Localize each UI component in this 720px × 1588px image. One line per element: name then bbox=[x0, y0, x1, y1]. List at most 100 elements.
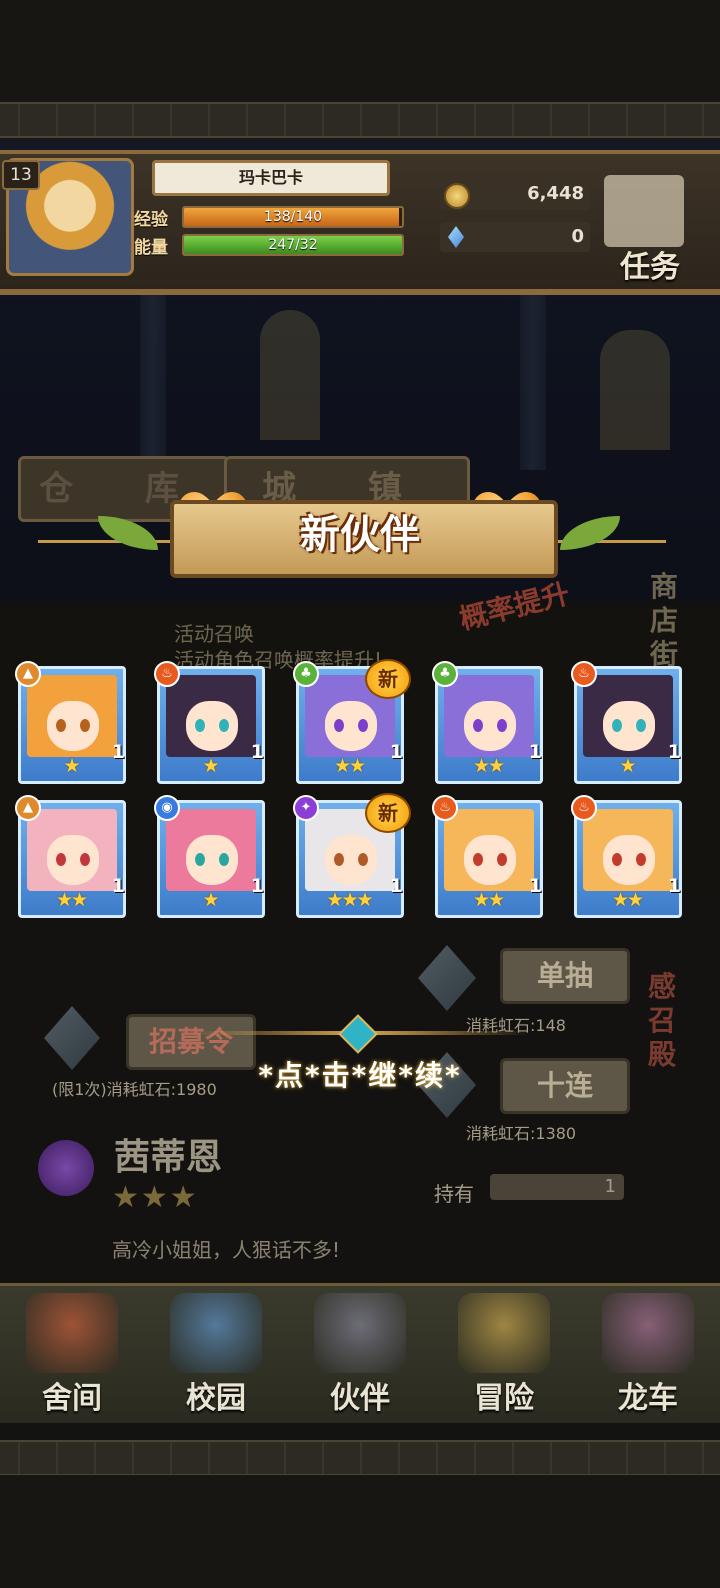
earth-element-icon: ▲ bbox=[15, 795, 41, 821]
partner-eye bbox=[219, 853, 229, 866]
water-element-icon: ◉ bbox=[154, 795, 180, 821]
partner-card[interactable]: ♨ ★ 1 bbox=[571, 661, 682, 784]
wood-element-icon: ♣ bbox=[432, 661, 458, 687]
partner-portrait bbox=[444, 809, 534, 891]
partner-stars: ★ bbox=[202, 755, 219, 777]
partner-count: 1 bbox=[528, 741, 542, 763]
bg-shop-street: 商店街 bbox=[650, 570, 679, 671]
partner-eye bbox=[358, 719, 368, 732]
partner-card[interactable]: ✦ ★★★ 1 新 bbox=[293, 793, 411, 918]
fire-element-icon: ♨ bbox=[154, 661, 180, 687]
partner-eye bbox=[497, 719, 507, 732]
partner-stars: ★★ bbox=[55, 889, 88, 911]
dark-element-icon: ✦ bbox=[293, 795, 319, 821]
task-button[interactable]: 任务 bbox=[620, 242, 680, 286]
fire-element-icon: ♨ bbox=[432, 795, 458, 821]
partner-face bbox=[47, 835, 99, 885]
scene-dim-overlay bbox=[0, 140, 720, 1440]
quest-scroll-icon[interactable] bbox=[604, 175, 684, 247]
partner-face bbox=[603, 835, 655, 885]
partner-face bbox=[325, 835, 377, 885]
partner-face bbox=[186, 835, 238, 885]
partner-eye bbox=[497, 853, 507, 866]
partner-stars: ★★ bbox=[611, 889, 644, 911]
partner-face bbox=[186, 701, 238, 751]
partner-count: 1 bbox=[667, 741, 681, 763]
partner-card[interactable]: ♣ ★★ 1 新 bbox=[293, 659, 411, 784]
featured-name: 茜蒂恩 bbox=[114, 1137, 223, 1178]
nav-label: 伙伴 bbox=[330, 1381, 390, 1416]
partner-count: 1 bbox=[667, 875, 681, 897]
partner-portrait bbox=[444, 675, 534, 757]
partner-eye bbox=[473, 853, 483, 866]
energy-value: 247/32 bbox=[268, 237, 318, 253]
partner-stars: ★★ bbox=[472, 889, 505, 911]
earth-element-icon: ▲ bbox=[15, 661, 41, 687]
nav-item-4[interactable]: 冒险 bbox=[432, 1283, 576, 1420]
nav-label: 龙车 bbox=[618, 1381, 678, 1416]
tap-to-continue[interactable]: *点*击*继*续* bbox=[0, 1054, 720, 1094]
partner-stars: ★★ bbox=[472, 755, 505, 777]
featured-stars: ★★★ bbox=[112, 1180, 199, 1215]
partner-card[interactable]: ♨ ★★ 1 bbox=[571, 795, 682, 918]
dark-element-icon bbox=[38, 1140, 94, 1196]
gem-value: 0 bbox=[571, 226, 584, 247]
banner-title: 新伙伴 bbox=[300, 512, 420, 558]
partner-card[interactable]: ♨ ★ 1 bbox=[154, 661, 265, 784]
partner-count: 1 bbox=[250, 875, 264, 897]
partner-portrait bbox=[27, 675, 117, 757]
partner-stars: ★ bbox=[619, 755, 636, 777]
top-band bbox=[0, 0, 720, 105]
partner-eye bbox=[334, 853, 344, 866]
partner-eye bbox=[195, 719, 205, 732]
partner-card[interactable]: ▲ ★ 1 bbox=[15, 661, 126, 784]
partner-portrait bbox=[583, 675, 673, 757]
partner-count: 1 bbox=[111, 741, 125, 763]
ten-summon-cost: 消耗虹石:1380 bbox=[466, 1124, 577, 1143]
partner-face bbox=[325, 701, 377, 751]
partner-card[interactable]: ◉ ★ 1 bbox=[154, 795, 265, 918]
partner-count: 1 bbox=[111, 875, 125, 897]
partner-eye bbox=[80, 853, 90, 866]
nav-label: 校园 bbox=[186, 1381, 246, 1416]
gold-value: 6,448 bbox=[527, 183, 584, 204]
campus-icon bbox=[170, 1293, 262, 1373]
nav-item-5[interactable]: 龙车 bbox=[576, 1283, 720, 1420]
partner-count: 1 bbox=[389, 741, 403, 763]
fire-element-icon: ♨ bbox=[571, 795, 597, 821]
partner-stars: ★★ bbox=[333, 755, 366, 777]
partner-card[interactable]: ▲ ★★ 1 bbox=[15, 795, 126, 918]
exp-value: 138/140 bbox=[263, 209, 323, 225]
partner-portrait bbox=[166, 675, 256, 757]
partner-eye bbox=[56, 853, 66, 866]
partner-count: 1 bbox=[389, 875, 403, 897]
bg-event-summon: 活动召唤 bbox=[174, 622, 254, 646]
partner-eye bbox=[636, 719, 646, 732]
partner-portrait bbox=[166, 809, 256, 891]
nav-item-1[interactable]: 舍间 bbox=[0, 1283, 144, 1420]
single-summon-button[interactable]: 单抽 bbox=[500, 948, 630, 1004]
hold-value: 1 bbox=[604, 1176, 616, 1197]
fire-element-icon: ♨ bbox=[571, 661, 597, 687]
nav-item-2[interactable]: 校园 bbox=[144, 1283, 288, 1420]
featured-quote: 高冷小姐姐，人狠话不多! bbox=[112, 1238, 341, 1262]
partner-eye bbox=[612, 719, 622, 732]
partner-eye bbox=[636, 853, 646, 866]
partner-eye bbox=[334, 719, 344, 732]
partner-card[interactable]: ♣ ★★ 1 bbox=[432, 661, 543, 784]
nav-item-3[interactable]: 伙伴 bbox=[288, 1283, 432, 1420]
partner-eye bbox=[56, 719, 66, 732]
player-level-badge: 13 bbox=[2, 160, 40, 190]
adventure-icon bbox=[458, 1293, 550, 1373]
partner-eye bbox=[473, 719, 483, 732]
player-name: 玛卡巴卡 bbox=[152, 160, 390, 196]
partner-count: 1 bbox=[528, 875, 542, 897]
partner-portrait bbox=[583, 809, 673, 891]
hold-label: 持有 bbox=[434, 1182, 474, 1206]
wood-element-icon: ♣ bbox=[293, 661, 319, 687]
partner-eye bbox=[358, 853, 368, 866]
partner-eye bbox=[612, 853, 622, 866]
partner-portrait bbox=[27, 809, 117, 891]
partner-card[interactable]: ♨ ★★ 1 bbox=[432, 795, 543, 918]
house-icon bbox=[26, 1293, 118, 1373]
